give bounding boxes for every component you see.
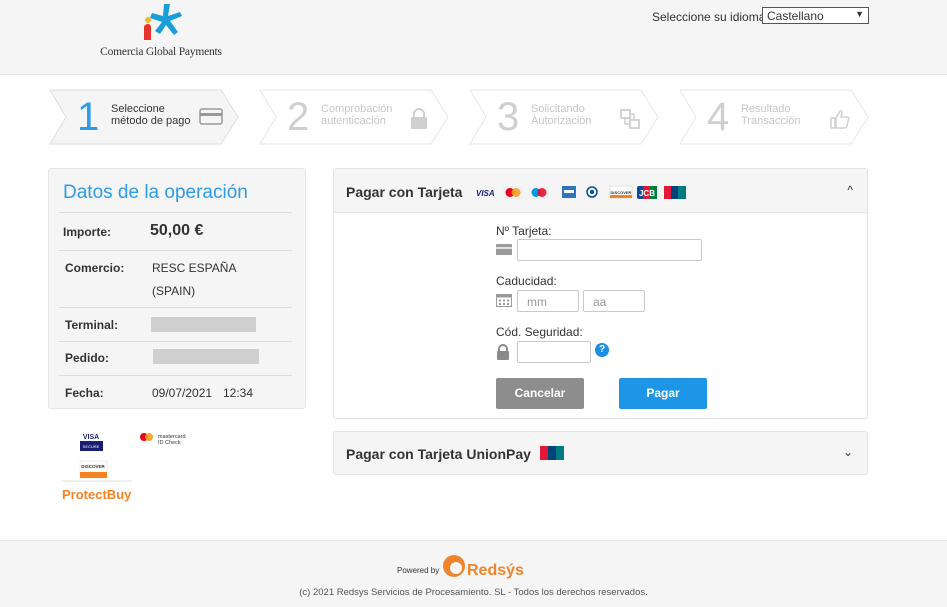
divider: [59, 375, 292, 376]
maestro-icon: [529, 186, 549, 199]
amount-label: Importe:: [63, 225, 111, 239]
operation-data-panel: Datos de la operación Importe: 50,00 € C…: [48, 168, 306, 409]
amex-icon: [562, 186, 576, 198]
operation-title: Datos de la operación: [63, 182, 248, 203]
language-label: Seleccione su idioma: [652, 10, 766, 24]
help-icon[interactable]: ?: [595, 343, 609, 357]
unionpay-icon: [540, 446, 564, 460]
merchant-value-line2: (SPAIN): [152, 284, 196, 298]
unionpay-icon: [664, 186, 686, 199]
chevron-up-icon[interactable]: ^: [847, 183, 853, 197]
expiry-label: Caducidad:: [496, 274, 557, 288]
order-label: Pedido:: [65, 351, 109, 365]
page-header: Comercia Global Payments Seleccione su i…: [0, 0, 947, 75]
order-value-redacted: [153, 349, 259, 364]
divider: [59, 341, 292, 342]
visa-secure-logo: VISA SECURE: [80, 432, 103, 451]
step-4: 4 Resultado Transacción: [679, 89, 869, 145]
expiry-month-input[interactable]: mm: [517, 290, 579, 312]
exchange-icon: [620, 109, 640, 129]
svg-text:ID Check: ID Check: [158, 440, 181, 446]
divider: [59, 212, 292, 213]
step-label: Resultado Transacción: [741, 103, 801, 127]
card-number-label: Nº Tarjeta:: [496, 224, 552, 238]
card-payment-panel: Pagar con Tarjeta VISA DISCOVER JCB ^ Nº…: [333, 168, 868, 419]
discover-logo: DISCOVER: [79, 460, 108, 479]
redsys-logo-icon: [443, 555, 465, 577]
diners-icon: [586, 186, 598, 198]
step-label: Seleccione método de pago: [111, 103, 191, 127]
mastercard-id-check-logo: mastercard ID Check: [140, 433, 186, 446]
cvv-label: Cód. Seguridad:: [496, 325, 583, 339]
card-brands: VISA DISCOVER JCB: [476, 185, 686, 199]
merchant-value-line1: RESC ESPAÑA: [152, 261, 237, 275]
brand-name: Comercia Global Payments: [100, 46, 222, 58]
mastercard-icon: [503, 186, 523, 199]
step-label: Comprobación autenticación: [321, 103, 393, 127]
step-number: 3: [497, 95, 520, 139]
step-number: 2: [287, 95, 310, 139]
unionpay-panel[interactable]: Pagar con Tarjeta UnionPay ⌄: [333, 431, 868, 475]
time-value: 12:34: [223, 386, 254, 400]
terminal-value-redacted: [151, 317, 256, 332]
copyright-text: (c) 2021 Redsys Servicios de Procesamien…: [299, 587, 648, 598]
merchant-label: Comercio:: [65, 261, 125, 275]
star-logo-icon: [144, 4, 182, 40]
divider: [59, 250, 292, 251]
powered-by-label: Powered by: [397, 566, 440, 575]
amount-value: 50,00 €: [150, 222, 204, 239]
card-panel-header[interactable]: Pagar con Tarjeta VISA DISCOVER JCB ^: [334, 169, 867, 213]
unionpay-panel-title: Pagar con Tarjeta UnionPay: [346, 446, 531, 462]
lock-icon: [497, 344, 509, 360]
cancel-button[interactable]: Cancelar: [496, 378, 584, 409]
language-value: Castellano: [767, 9, 824, 23]
card-icon: [199, 108, 223, 125]
svg-text:DISCOVER: DISCOVER: [81, 464, 105, 469]
thumbs-up-icon: [830, 110, 850, 129]
svg-text:SECURE: SECURE: [83, 444, 100, 449]
step-label: Solicitando Autorización: [531, 103, 592, 127]
chevron-down-icon[interactable]: ⌄: [843, 445, 853, 459]
step-1: 1 Seleccione método de pago: [49, 89, 239, 145]
date-label: Fecha:: [65, 386, 104, 400]
expiry-year-input[interactable]: aa: [583, 290, 645, 312]
redsys-brand: Redsýs: [467, 562, 524, 579]
svg-text:VISA: VISA: [83, 434, 99, 441]
secure-payment-logos: VISA SECURE mastercard ID Check DISCOVER…: [60, 430, 210, 505]
svg-text:DISCOVER: DISCOVER: [611, 190, 632, 195]
protectbuy-logo: ProtectBuy: [62, 487, 132, 502]
divider: [59, 307, 292, 308]
page-footer: Powered by Redsýs (c) 2021 Redsys Servic…: [0, 540, 947, 607]
language-select[interactable]: Castellano ▼: [762, 7, 869, 24]
svg-text:JCB: JCB: [639, 189, 655, 198]
calendar-icon: [496, 294, 512, 307]
step-3: 3 Solicitando Autorización: [469, 89, 659, 145]
card-number-input[interactable]: [517, 239, 702, 261]
step-2: 2 Comprobación autenticación: [259, 89, 449, 145]
chevron-down-icon: ▼: [855, 9, 864, 19]
step-number: 1: [77, 95, 100, 139]
discover-icon: DISCOVER: [609, 185, 633, 199]
terminal-label: Terminal:: [65, 318, 119, 332]
card-icon: [496, 244, 512, 255]
card-panel-title: Pagar con Tarjeta: [346, 184, 463, 200]
jcb-icon: JCB: [637, 186, 657, 199]
visa-icon: VISA: [476, 189, 495, 198]
step-number: 4: [707, 95, 730, 139]
lock-icon: [411, 108, 427, 129]
comercia-logo: Comercia Global Payments: [98, 2, 224, 62]
pay-button[interactable]: Pagar: [619, 378, 707, 409]
date-value: 09/07/2021: [152, 386, 213, 400]
cvv-input[interactable]: [517, 341, 591, 363]
